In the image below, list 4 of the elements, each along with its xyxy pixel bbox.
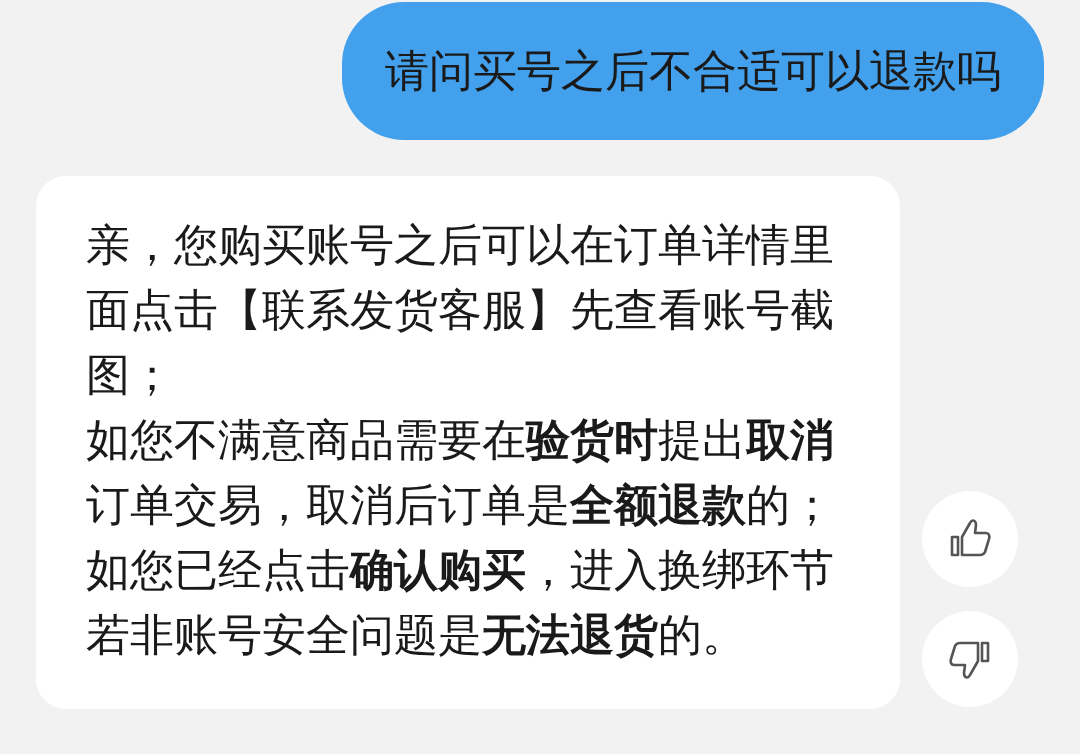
message-text: 请问买号之后不合适可以退款吗 (385, 45, 1001, 97)
reply-paragraph: 如您不满意商品需要在验货时提出取消订单交易，取消后订单是全额退款的； (86, 413, 835, 532)
reply-paragraph: 如您已经点击确认购买，进入换绑环节若非账号安全问题是无法退货的。 (86, 543, 835, 662)
reply-paragraph: 亲，您购买账号之后可以在订单详情里面点击【联系发货客服】先查看账号截图； (86, 218, 835, 402)
